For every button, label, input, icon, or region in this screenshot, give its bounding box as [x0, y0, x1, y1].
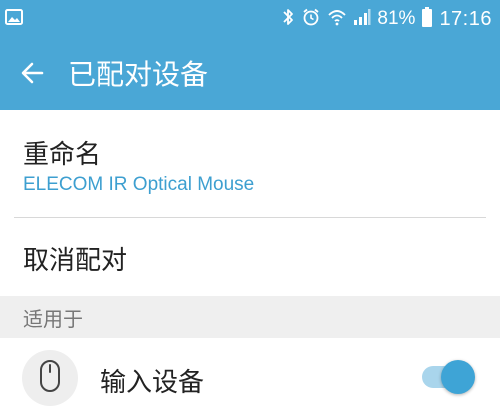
rename-label: 重命名 — [23, 140, 102, 170]
section-header: 适用于 — [0, 296, 500, 338]
arrow-left-icon — [20, 60, 46, 90]
mouse-icon-container — [22, 350, 78, 406]
app-bar: 已配对设备 — [0, 38, 500, 110]
status-bar: 81% 17:16 — [0, 0, 500, 38]
signal-icon — [353, 7, 371, 31]
input-device-label: 输入设备 — [100, 368, 205, 398]
status-time: 17:16 — [439, 7, 492, 30]
page-title: 已配对设备 — [68, 58, 209, 91]
unpair-row[interactable]: 取消配对 — [0, 218, 500, 296]
mouse-icon — [39, 359, 61, 397]
rename-row[interactable]: 重命名 ELECOM IR Optical Mouse — [0, 110, 500, 216]
battery-percent: 81% — [377, 8, 416, 29]
device-name: ELECOM IR Optical Mouse — [23, 174, 255, 195]
battery-icon — [421, 6, 433, 32]
unpair-label: 取消配对 — [23, 246, 128, 276]
section-label: 适用于 — [23, 307, 83, 331]
bluetooth-icon — [281, 7, 295, 31]
back-button[interactable] — [12, 54, 54, 96]
alarm-icon — [301, 7, 321, 31]
toggle-knob[interactable] — [441, 360, 475, 394]
wifi-icon — [327, 7, 347, 31]
image-notification-icon — [4, 7, 24, 27]
